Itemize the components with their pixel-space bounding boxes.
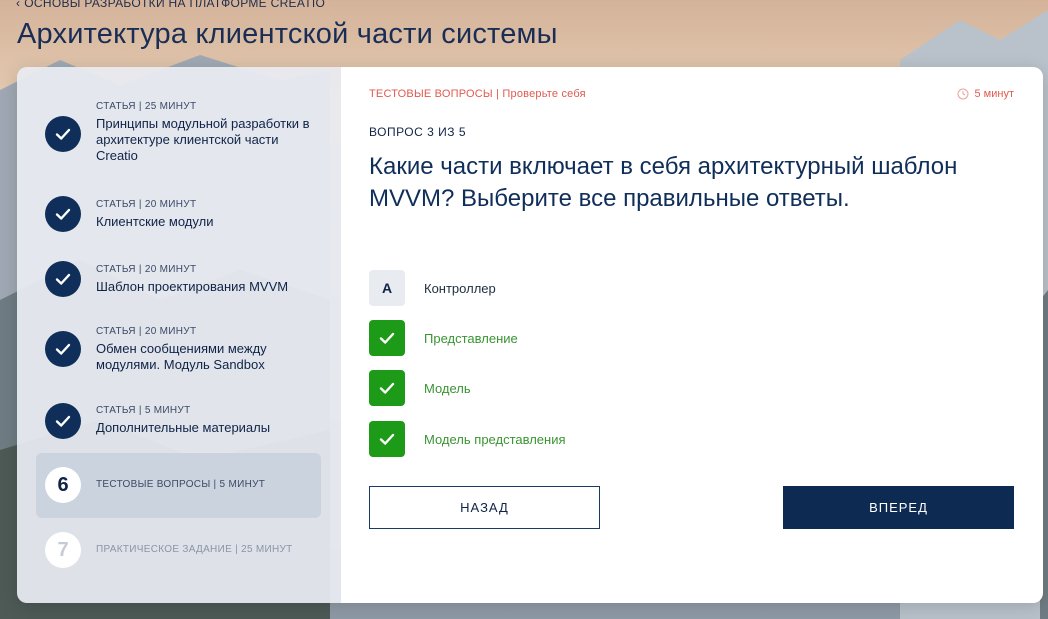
checkbox-checked-icon[interactable] (369, 320, 405, 356)
answer-label: Контроллер (424, 280, 496, 296)
checkbox-checked-icon[interactable] (369, 370, 405, 406)
sidebar-item-meta: ТЕСТОВЫЕ ВОПРОСЫ | 5 МИНУТ (96, 479, 266, 490)
checkbox-checked-icon[interactable] (369, 421, 405, 457)
sidebar-item-1[interactable]: СТАТЬЯ | 25 МИНУТ Принципы модульной раз… (36, 98, 321, 170)
sidebar-item-meta: СТАТЬЯ | 20 МИНУТ (96, 326, 197, 337)
check-circle-icon (45, 403, 81, 439)
sidebar-item-meta: СТАТЬЯ | 25 МИНУТ (96, 101, 197, 112)
sidebar-item-4[interactable]: СТАТЬЯ | 20 МИНУТ Обмен сообщениями межд… (36, 323, 321, 379)
sidebar-item-meta: СТАТЬЯ | 5 МИНУТ (96, 405, 191, 416)
sidebar-item-7[interactable]: 7 ПРАКТИЧЕСКОЕ ЗАДАНИЕ | 25 МИНУТ (36, 531, 321, 571)
sidebar-item-label: Шаблон проектирования MVVM (96, 279, 289, 294)
quiz-duration: 5 минут (957, 88, 1015, 100)
answer-label: Представление (424, 330, 518, 346)
answer-letter-badge[interactable]: A (369, 270, 405, 306)
sidebar-item-5[interactable]: СТАТЬЯ | 5 МИНУТ Дополнительные материал… (36, 403, 321, 443)
step-number-badge: 7 (45, 532, 81, 568)
quiz-section-header: ТЕСТОВЫЕ ВОПРОСЫ | Проверьте себя (369, 88, 586, 100)
course-sidebar: СТАТЬЯ | 25 МИНУТ Принципы модульной раз… (17, 67, 341, 603)
answer-option-d[interactable]: Модель представления (369, 421, 769, 457)
check-circle-icon (45, 196, 81, 232)
sidebar-item-2[interactable]: СТАТЬЯ | 20 МИНУТ Клиентские модули (36, 195, 321, 235)
next-button[interactable]: ВПЕРЕД (783, 486, 1014, 529)
chevron-left-icon: ‹ (16, 0, 21, 10)
question-text: Какие части включает в себя архитектурны… (369, 153, 958, 212)
sidebar-item-meta: ПРАКТИЧЕСКОЕ ЗАДАНИЕ | 25 МИНУТ (96, 544, 293, 555)
sidebar-item-meta: СТАТЬЯ | 20 МИНУТ (96, 264, 197, 275)
sidebar-item-label: Обмен сообщениями между модулями. Модуль… (96, 341, 267, 372)
answer-option-b[interactable]: Представление (369, 320, 769, 356)
back-button[interactable]: НАЗАД (369, 486, 600, 529)
answer-option-a[interactable]: A Контроллер (369, 270, 769, 306)
question-counter: ВОПРОС 3 ИЗ 5 (369, 125, 467, 139)
sidebar-item-label: Дополнительные материалы (96, 420, 271, 435)
page-title: Архитектура клиентской части системы (17, 18, 558, 50)
quiz-panel: ТЕСТОВЫЕ ВОПРОСЫ | Проверьте себя 5 мину… (341, 67, 1043, 603)
breadcrumb-label: ОСНОВЫ РАЗРАБОТКИ НА ПЛАТФОРМЕ CREATIO (24, 0, 326, 10)
check-circle-icon (45, 116, 81, 152)
answer-option-c[interactable]: Модель (369, 370, 769, 406)
sidebar-item-meta: СТАТЬЯ | 20 МИНУТ (96, 199, 197, 210)
sidebar-item-6[interactable]: 6 ТЕСТОВЫЕ ВОПРОСЫ | 5 МИНУТ (36, 453, 321, 518)
breadcrumb[interactable]: ‹ ОСНОВЫ РАЗРАБОТКИ НА ПЛАТФОРМЕ CREATIO (16, 0, 325, 10)
check-circle-icon (45, 331, 81, 367)
clock-icon (957, 88, 968, 100)
check-circle-icon (45, 261, 81, 297)
course-card: СТАТЬЯ | 25 МИНУТ Принципы модульной раз… (17, 67, 1043, 603)
step-number-badge: 6 (45, 467, 81, 503)
quiz-duration-label: 5 минут (974, 88, 1015, 100)
sidebar-item-label: Принципы модульной разработки в архитект… (96, 116, 310, 163)
sidebar-item-3[interactable]: СТАТЬЯ | 20 МИНУТ Шаблон проектирования … (36, 261, 321, 301)
sidebar-item-label: Клиентские модули (96, 214, 214, 229)
answer-label: Модель (424, 380, 471, 396)
answer-label: Модель представления (424, 431, 566, 447)
